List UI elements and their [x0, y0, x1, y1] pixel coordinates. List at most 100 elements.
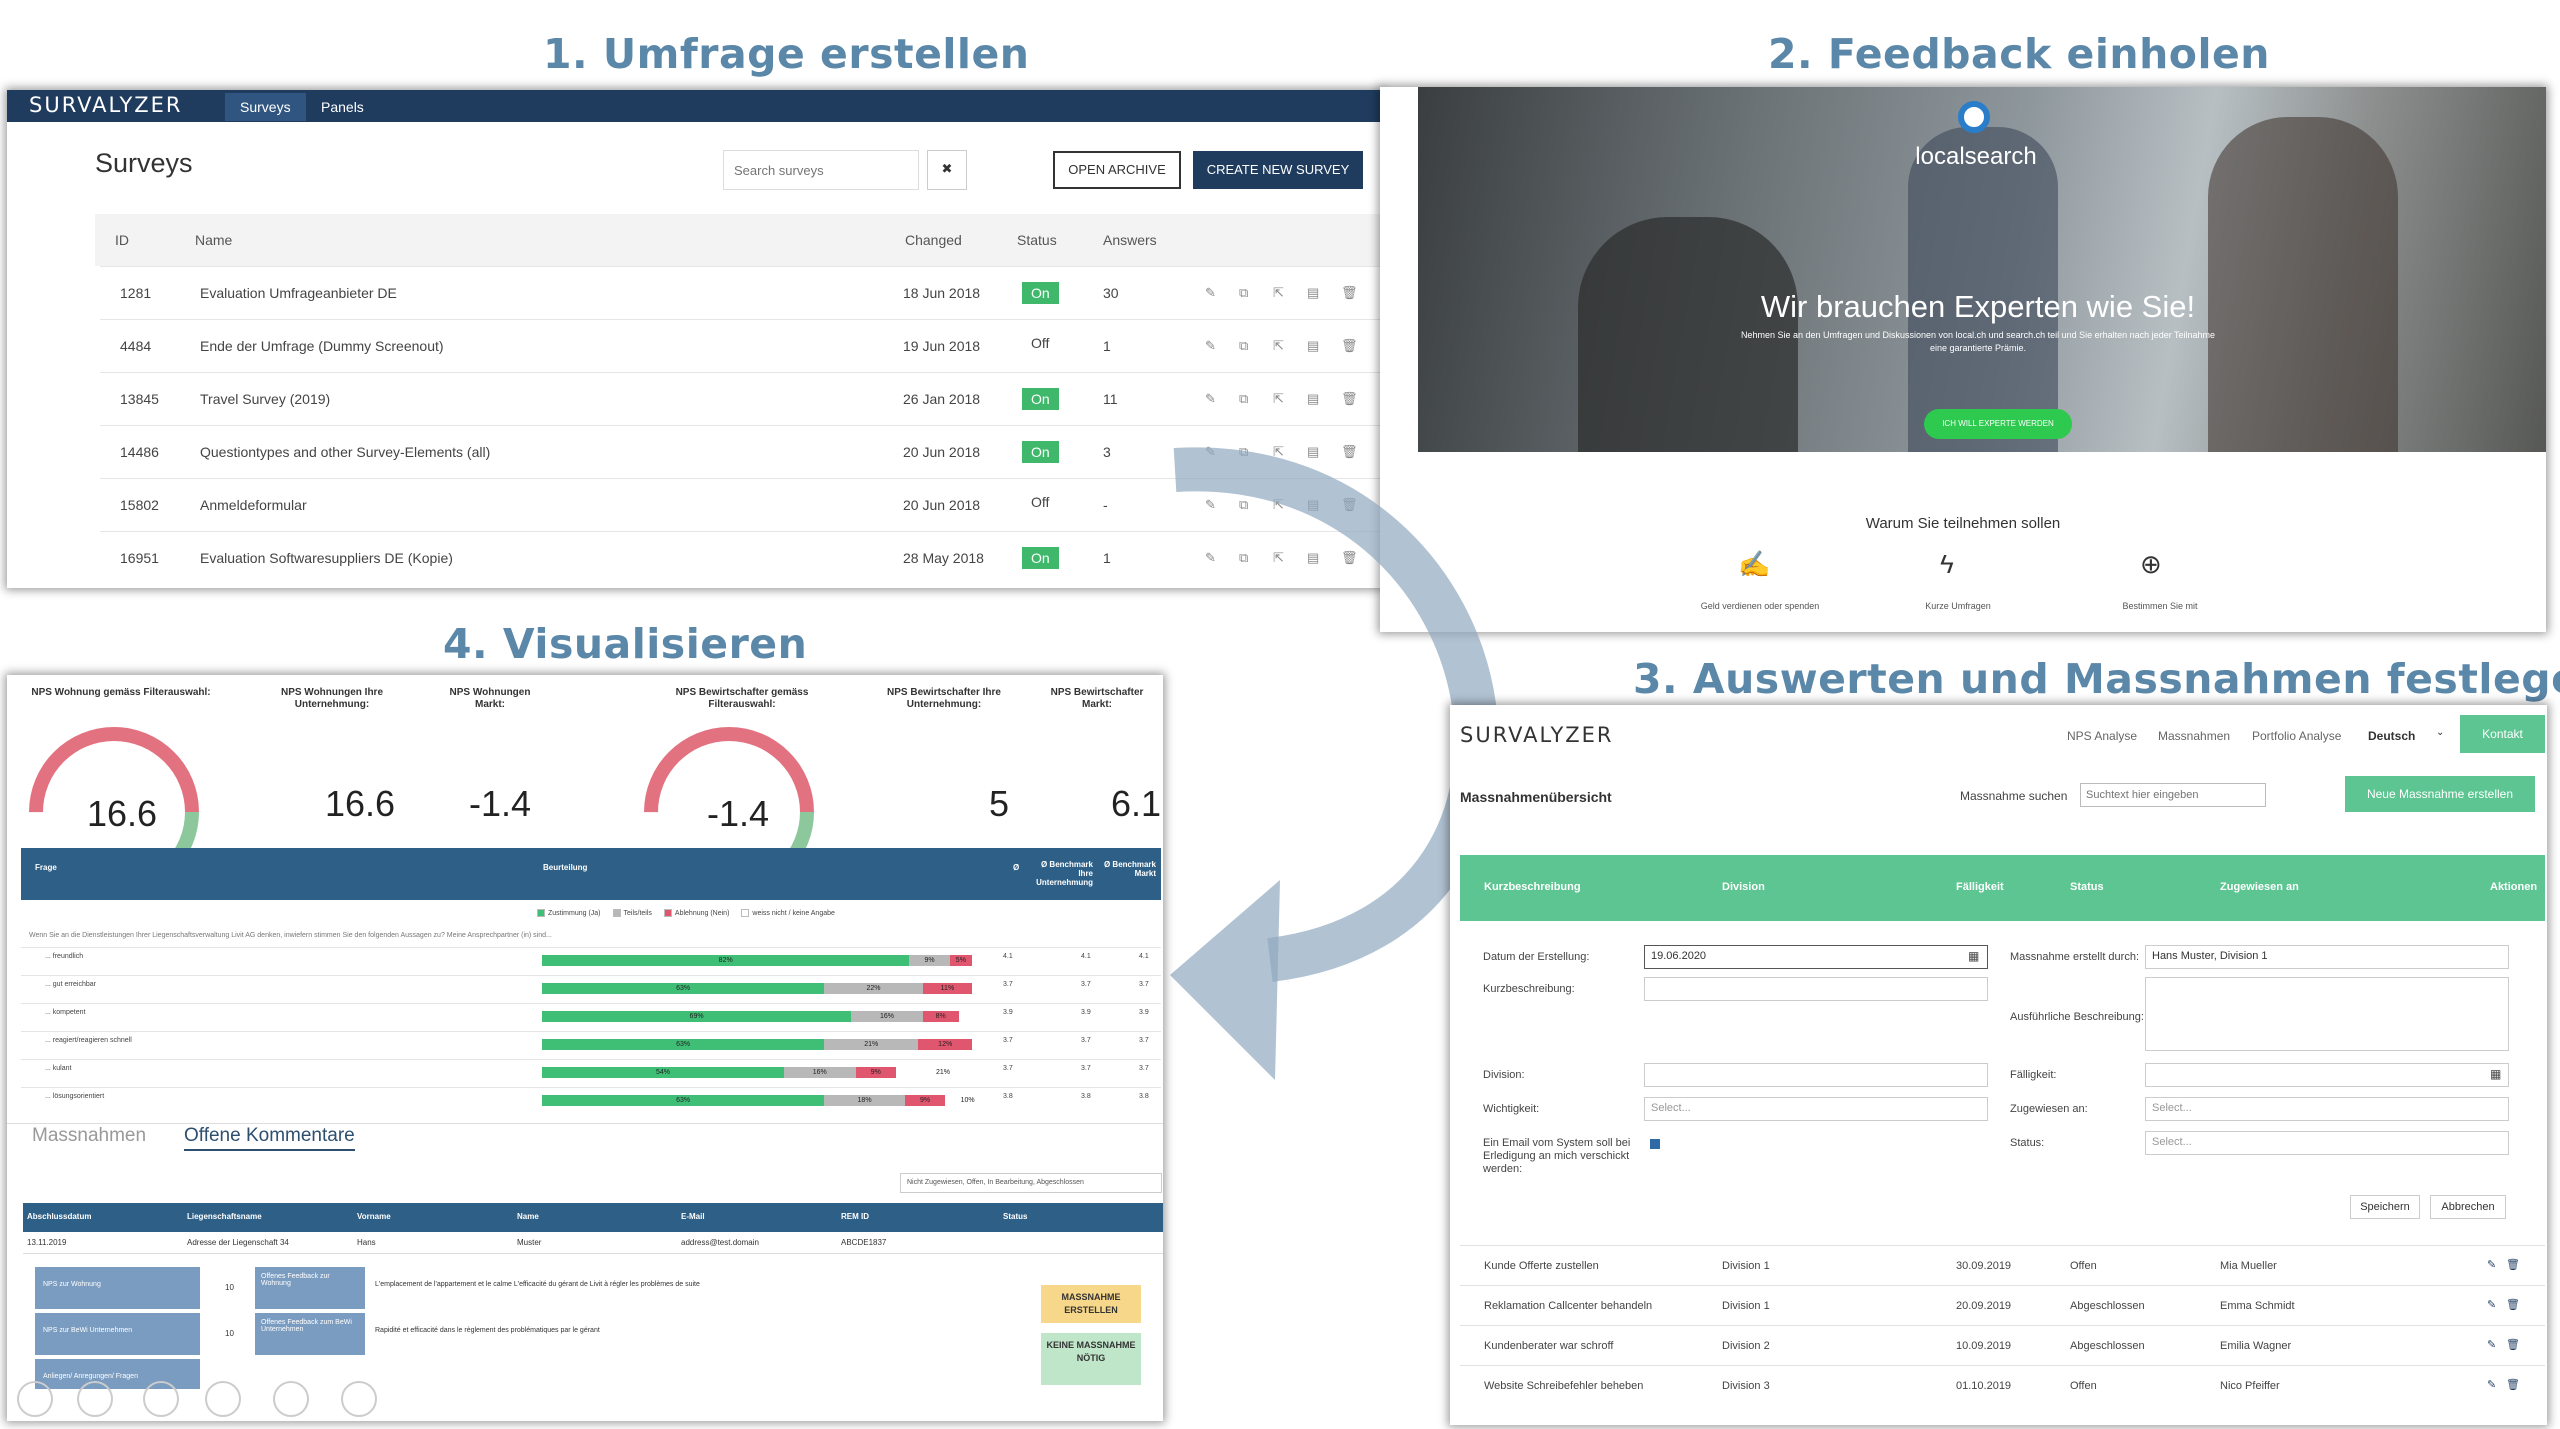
cancel-button[interactable]: Abbrechen — [2430, 1195, 2506, 1219]
share-icon[interactable]: ⇱ — [1273, 391, 1284, 407]
table-row[interactable]: Kunde Offerte zustellen Division 1 30.09.2… — [1460, 1245, 2545, 1285]
assigned-select[interactable]: Select... — [2145, 1097, 2509, 1121]
col-comment[interactable]: Name — [517, 1212, 539, 1221]
save-button[interactable]: Speichern — [2350, 1195, 2420, 1219]
create-action-button[interactable]: MASSNAHME ERSTELLEN — [1041, 1285, 1141, 1323]
table-row[interactable]: 13845 Travel Survey (2019) 26 Jan 2018 On 11… — [100, 372, 1380, 425]
survey-name[interactable]: Anmeldeformular — [200, 497, 307, 513]
delete-icon[interactable]: 🗑 — [2506, 1338, 2520, 1351]
report-icon[interactable]: ▤ — [1307, 338, 1319, 354]
col-faelligkeit[interactable]: Fälligkeit — [1956, 881, 2004, 893]
status-badge[interactable]: Off — [1031, 335, 1049, 351]
edit-icon[interactable]: ✎ — [2487, 1378, 2496, 1391]
short-desc-input[interactable] — [1644, 977, 1988, 1001]
edit-icon[interactable]: ✎ — [1205, 338, 1216, 354]
survey-name[interactable]: Ende der Umfrage (Dummy Screenout) — [200, 338, 444, 354]
copy-icon[interactable]: ⧉ — [1239, 285, 1248, 301]
col-name[interactable]: Name — [195, 232, 232, 248]
col-answers[interactable]: Answers — [1103, 232, 1157, 248]
col-status[interactable]: Status — [2070, 881, 2104, 893]
col-id[interactable]: ID — [115, 232, 129, 248]
priority-select[interactable]: Select... — [1644, 1097, 1988, 1121]
calendar-icon[interactable]: ▦ — [1968, 949, 1979, 963]
chevron-down-icon[interactable]: ⌄ — [2436, 727, 2444, 738]
status-filter-select[interactable]: Nicht Zugewiesen, Offen, In Bearbeitung,… — [900, 1173, 1162, 1193]
edit-icon[interactable] — [143, 1381, 179, 1417]
tab-massnahmen[interactable]: Massnahmen — [32, 1125, 146, 1147]
create-new-survey-button[interactable]: CREATE NEW SURVEY — [1193, 151, 1363, 189]
status-badge[interactable]: Off — [1031, 494, 1049, 510]
no-action-needed-button[interactable]: KEINE MASSNAHME NÖTIG — [1041, 1333, 1141, 1385]
col-comment[interactable]: Abschlussdatum — [27, 1212, 91, 1221]
table-row[interactable]: 1281 Evaluation Umfrageanbieter DE 18 Jun … — [100, 266, 1380, 319]
forward-icon[interactable] — [77, 1381, 113, 1417]
division-input[interactable] — [1644, 1063, 1988, 1087]
back-icon[interactable] — [17, 1381, 53, 1417]
status-badge[interactable]: On — [1022, 441, 1059, 463]
tab-offene-kommentare[interactable]: Offene Kommentare — [184, 1125, 355, 1151]
survey-name[interactable]: Evaluation Umfrageanbieter DE — [200, 285, 397, 301]
long-desc-textarea[interactable] — [2145, 977, 2509, 1051]
status-badge[interactable]: On — [1022, 388, 1059, 410]
date-input[interactable]: 19.06.2020 — [1644, 945, 1988, 969]
delete-icon[interactable]: 🗑 — [2506, 1258, 2520, 1271]
survey-name[interactable]: Evaluation Softwaresuppliers DE (Kopie) — [200, 550, 453, 566]
status-badge[interactable]: On — [1022, 282, 1059, 304]
calendar-icon[interactable]: ▦ — [2490, 1067, 2501, 1081]
nav-massnahmen[interactable]: Massnahmen — [2158, 729, 2230, 743]
col-comment[interactable]: Liegenschaftsname — [187, 1212, 262, 1221]
copy-icon[interactable] — [205, 1381, 241, 1417]
share-icon[interactable]: ⇱ — [1273, 338, 1284, 354]
search-input[interactable] — [723, 150, 919, 190]
copy-icon[interactable]: ⧉ — [1239, 338, 1248, 354]
new-action-button[interactable]: Neue Massnahme erstellen — [2345, 776, 2535, 812]
table-row[interactable]: 4484 Ende der Umfrage (Dummy Screenout) 19… — [100, 319, 1380, 372]
nav-tab-panels[interactable]: Panels — [321, 97, 364, 117]
col-zugewiesen[interactable]: Zugewiesen an — [2220, 881, 2299, 893]
comment-row[interactable]: 13.11.2019 Adresse der Liegenschaft 34 Han… — [23, 1232, 1163, 1254]
table-row[interactable]: Reklamation Callcenter behandeln Division… — [1460, 1285, 2545, 1325]
col-changed[interactable]: Changed — [905, 232, 962, 248]
delete-icon[interactable]: 🗑 — [1341, 391, 1358, 407]
due-input[interactable] — [2145, 1063, 2509, 1087]
edit-icon[interactable]: ✎ — [1205, 391, 1216, 407]
edit-icon[interactable]: ✎ — [1205, 285, 1216, 301]
delete-icon[interactable]: 🗑 — [1341, 338, 1358, 354]
language-select[interactable]: Deutsch — [2368, 729, 2415, 743]
open-archive-button[interactable]: OPEN ARCHIVE — [1053, 151, 1181, 189]
edit-icon[interactable]: ✎ — [2487, 1298, 2496, 1311]
delete-icon[interactable]: 🗑 — [2506, 1378, 2520, 1391]
nav-nps-analyse[interactable]: NPS Analyse — [2067, 729, 2137, 743]
copy-icon[interactable]: ⧉ — [1239, 391, 1248, 407]
zoom-icon[interactable] — [273, 1381, 309, 1417]
nav-tab-surveys[interactable]: Surveys — [225, 93, 306, 121]
created-by-input[interactable]: Hans Muster, Division 1 — [2145, 945, 2509, 969]
col-comment[interactable]: Status — [1003, 1212, 1027, 1221]
col-comment[interactable]: Vorname — [357, 1212, 391, 1221]
status-badge[interactable]: On — [1022, 547, 1059, 569]
edit-icon[interactable]: ✎ — [2487, 1338, 2496, 1351]
email-checkbox[interactable] — [1650, 1139, 1660, 1149]
col-kurzbeschreibung[interactable]: Kurzbeschreibung — [1484, 881, 1581, 893]
table-row[interactable]: Kundenberater war schroff Division 2 10.09… — [1460, 1325, 2545, 1365]
edit-icon[interactable]: ✎ — [2487, 1258, 2496, 1271]
report-icon[interactable]: ▤ — [1307, 285, 1319, 301]
survey-name[interactable]: Travel Survey (2019) — [200, 391, 330, 407]
more-icon[interactable] — [341, 1381, 377, 1417]
delete-icon[interactable]: 🗑 — [2506, 1298, 2520, 1311]
report-icon[interactable]: ▤ — [1307, 391, 1319, 407]
col-division[interactable]: Division — [1722, 881, 1765, 893]
survey-name[interactable]: Questiontypes and other Survey-Elements … — [200, 444, 490, 460]
search-input[interactable] — [2080, 783, 2266, 807]
table-row[interactable]: Website Schreibefehler beheben Division 3… — [1460, 1365, 2545, 1405]
delete-icon[interactable]: 🗑 — [1341, 285, 1358, 301]
status-select[interactable]: Select... — [2145, 1131, 2509, 1155]
nav-portfolio-analyse[interactable]: Portfolio Analyse — [2252, 729, 2341, 743]
col-comment[interactable]: REM ID — [841, 1212, 869, 1221]
contact-button[interactable]: Kontakt — [2460, 715, 2545, 753]
col-comment[interactable]: E-Mail — [681, 1212, 705, 1221]
become-expert-button[interactable]: ICH WILL EXPERTE WERDEN — [1924, 409, 2072, 439]
col-status[interactable]: Status — [1017, 232, 1057, 248]
share-icon[interactable]: ⇱ — [1273, 285, 1284, 301]
clear-search-button[interactable]: ✖ — [927, 150, 967, 190]
